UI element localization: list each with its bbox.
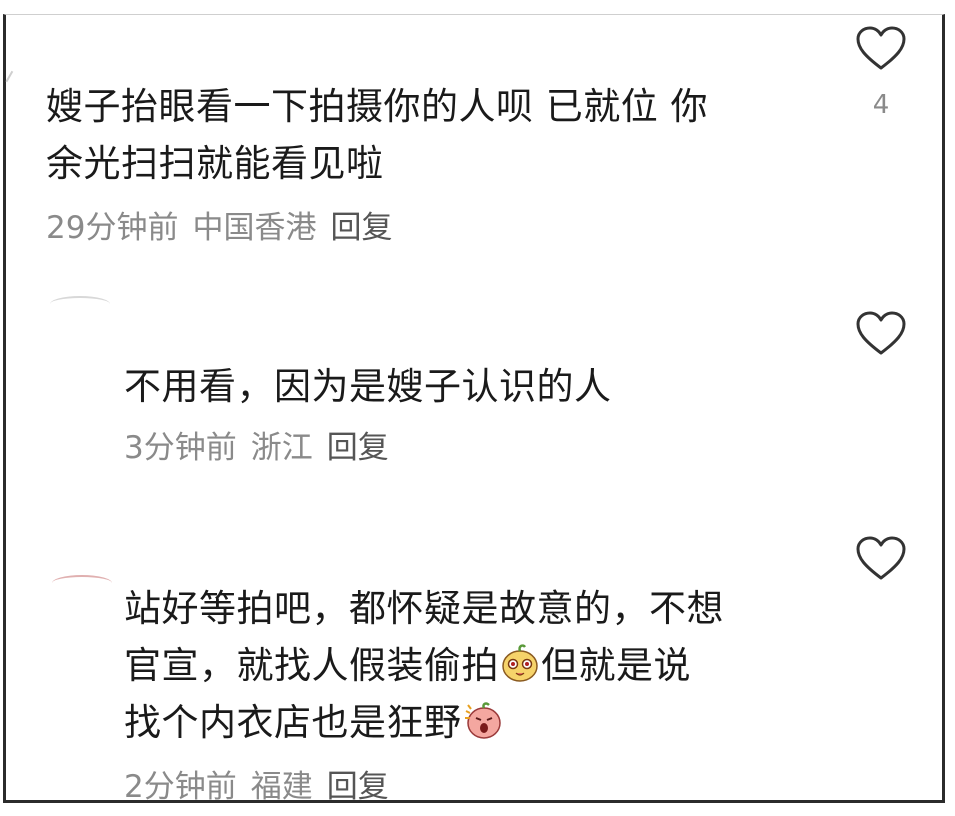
comment-time: 3分钟前 <box>124 430 237 466</box>
comment-location: 浙江 <box>250 430 313 466</box>
like-count: 4 <box>872 90 890 120</box>
comment-text-line: 嫂子抬眼看一下拍摄你的人呗 已就位 你 <box>46 85 709 128</box>
comment-item-2: 不用看，因为是嫂子认识的人 <box>124 358 824 415</box>
heart-outline-icon[interactable] <box>855 25 907 71</box>
heart-outline-icon[interactable] <box>855 310 907 356</box>
face-emoji-icon <box>502 644 538 682</box>
avatar[interactable] <box>52 575 112 591</box>
reply-button[interactable]: 回复 <box>327 430 389 466</box>
comment-text-fragment: 但就是说 <box>541 644 691 687</box>
comment-text-fragment: 找个内衣店也是狂野 <box>124 701 462 744</box>
comment-time: 29分钟前 <box>46 210 179 246</box>
comment-text-fragment: 官宣，就找人假装偷拍 <box>124 644 499 687</box>
comment-text-line: 余光扫扫就能看见啦 <box>46 142 384 185</box>
heart-outline-icon[interactable] <box>855 535 907 581</box>
comment-meta-3: 2分钟前 福建 回复 <box>124 767 403 807</box>
comment-location: 中国香港 <box>192 210 317 246</box>
comment-time: 2分钟前 <box>124 769 237 805</box>
comment-text-line: 官宣，就找人假装偷拍 但就是说 <box>124 637 844 694</box>
shouting-peach-emoji-icon <box>464 702 501 739</box>
reply-button[interactable]: 回复 <box>327 769 389 805</box>
reply-button[interactable]: 回复 <box>330 210 392 246</box>
comment-item-1: 嫂子抬眼看一下拍摄你的人呗 已就位 你 余光扫扫就能看见啦 <box>46 78 826 192</box>
comment-meta-1: 29分钟前 中国香港 回复 <box>46 208 406 248</box>
comment-text-line: 不用看，因为是嫂子认识的人 <box>124 365 612 408</box>
comment-meta-2: 3分钟前 浙江 回复 <box>124 428 403 468</box>
comment-text-line: 找个内衣店也是狂野 <box>124 694 844 751</box>
avatar[interactable] <box>50 296 110 312</box>
comment-text-line: 站好等拍吧，都怀疑是故意的，不想 <box>124 587 724 630</box>
comment-item-3: 站好等拍吧，都怀疑是故意的，不想 官宣，就找人假装偷拍 但就是说 找个内衣店也是… <box>124 580 844 751</box>
comment-location: 福建 <box>250 769 313 805</box>
